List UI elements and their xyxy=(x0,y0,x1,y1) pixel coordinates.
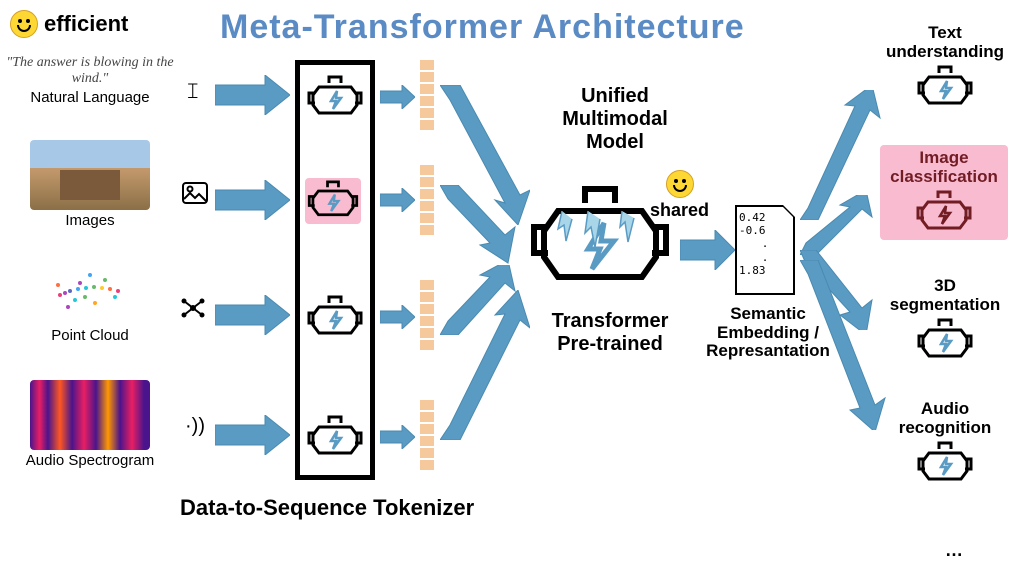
efficient-label: efficient xyxy=(44,11,128,37)
sound-icon: ·)) xyxy=(185,415,205,438)
input-pointcloud-thumb xyxy=(30,255,150,325)
arrow-seq-model-4 xyxy=(440,290,530,440)
token-sequence-text xyxy=(420,60,434,130)
arrow-text-to-tokenizer xyxy=(215,75,290,115)
transformer-pretrained-label: TransformerPre-trained xyxy=(530,310,690,356)
input-pointcloud-label: Point Cloud xyxy=(0,327,180,344)
input-text: "The answer is blowing in the wind." Nat… xyxy=(0,55,180,106)
output-text: Text understanding xyxy=(885,24,1005,111)
emb-val-3: . xyxy=(739,251,791,264)
output-more: … xyxy=(945,540,963,561)
tokenizer-label: Data-to-Sequence Tokenizer xyxy=(180,495,474,521)
arrow-pc-to-tokenizer xyxy=(215,295,290,335)
unified-model-label: UnifiedMultimodalModel xyxy=(540,85,690,154)
arrow-image-to-tokenizer xyxy=(215,180,290,220)
arrow-tok-seq-4 xyxy=(380,425,415,449)
emb-val-4: 1.83 xyxy=(739,264,791,277)
output-text-label: Text understanding xyxy=(885,24,1005,61)
smiley-icon xyxy=(666,170,694,198)
token-sequence-audio xyxy=(420,400,434,470)
output-image-engine xyxy=(916,190,972,236)
input-audio-thumb xyxy=(30,380,150,450)
smiley-icon xyxy=(10,10,38,38)
input-image-thumb xyxy=(30,140,150,210)
emb-val-1: -0.6 xyxy=(739,224,791,237)
tokenizer-engine-image xyxy=(305,178,361,224)
arrow-seq-model-2 xyxy=(440,185,520,265)
output-pc-engine xyxy=(917,318,973,364)
output-pc-label: 3D segmentation xyxy=(885,277,1005,314)
arrow-out-image xyxy=(800,195,880,255)
token-sequence-image xyxy=(420,165,434,235)
tokenizer-engine-text xyxy=(307,75,363,121)
output-pc: 3D segmentation xyxy=(885,277,1005,364)
output-audio: Audio recognition xyxy=(885,400,1005,487)
token-sequence-pc xyxy=(420,280,434,350)
arrow-tok-seq-2 xyxy=(380,188,415,212)
text-cursor-icon: 𝙸 xyxy=(185,78,201,104)
shared-badge: shared xyxy=(650,170,709,221)
output-text-engine xyxy=(917,65,973,111)
tokenizer-engine-pc xyxy=(307,295,363,341)
output-image-label: Image classification xyxy=(884,149,1004,186)
arrow-tok-seq-3 xyxy=(380,305,415,329)
input-image: Images xyxy=(0,140,180,229)
input-image-label: Images xyxy=(0,212,180,229)
efficient-badge: efficient xyxy=(10,10,128,38)
tokenizer-engine-audio xyxy=(307,415,363,461)
input-text-quote: "The answer is blowing in the wind." xyxy=(0,55,180,87)
embedding-vector: 0.42 -0.6 . . 1.83 xyxy=(735,205,795,295)
input-audio-label: Audio Spectrogram xyxy=(0,452,180,469)
output-audio-label: Audio recognition xyxy=(885,400,1005,437)
emb-val-0: 0.42 xyxy=(739,211,791,224)
input-pointcloud: Point Cloud xyxy=(0,255,180,344)
output-image: Image classification xyxy=(880,145,1008,240)
graph-node-icon xyxy=(180,295,206,327)
shared-label: shared xyxy=(650,200,709,221)
input-text-label: Natural Language xyxy=(0,89,180,106)
input-audio: Audio Spectrogram xyxy=(0,380,180,469)
output-audio-engine xyxy=(917,441,973,487)
arrow-model-embedding xyxy=(680,230,735,270)
diagram-title: Meta-Transformer Architecture xyxy=(220,8,745,47)
arrow-audio-to-tokenizer xyxy=(215,415,290,455)
frozen-transformer-engine xyxy=(530,185,670,295)
picture-icon xyxy=(182,180,208,211)
arrow-tok-seq-1 xyxy=(380,85,415,109)
arrow-out-audio xyxy=(800,260,890,430)
emb-val-2: . xyxy=(739,237,791,250)
